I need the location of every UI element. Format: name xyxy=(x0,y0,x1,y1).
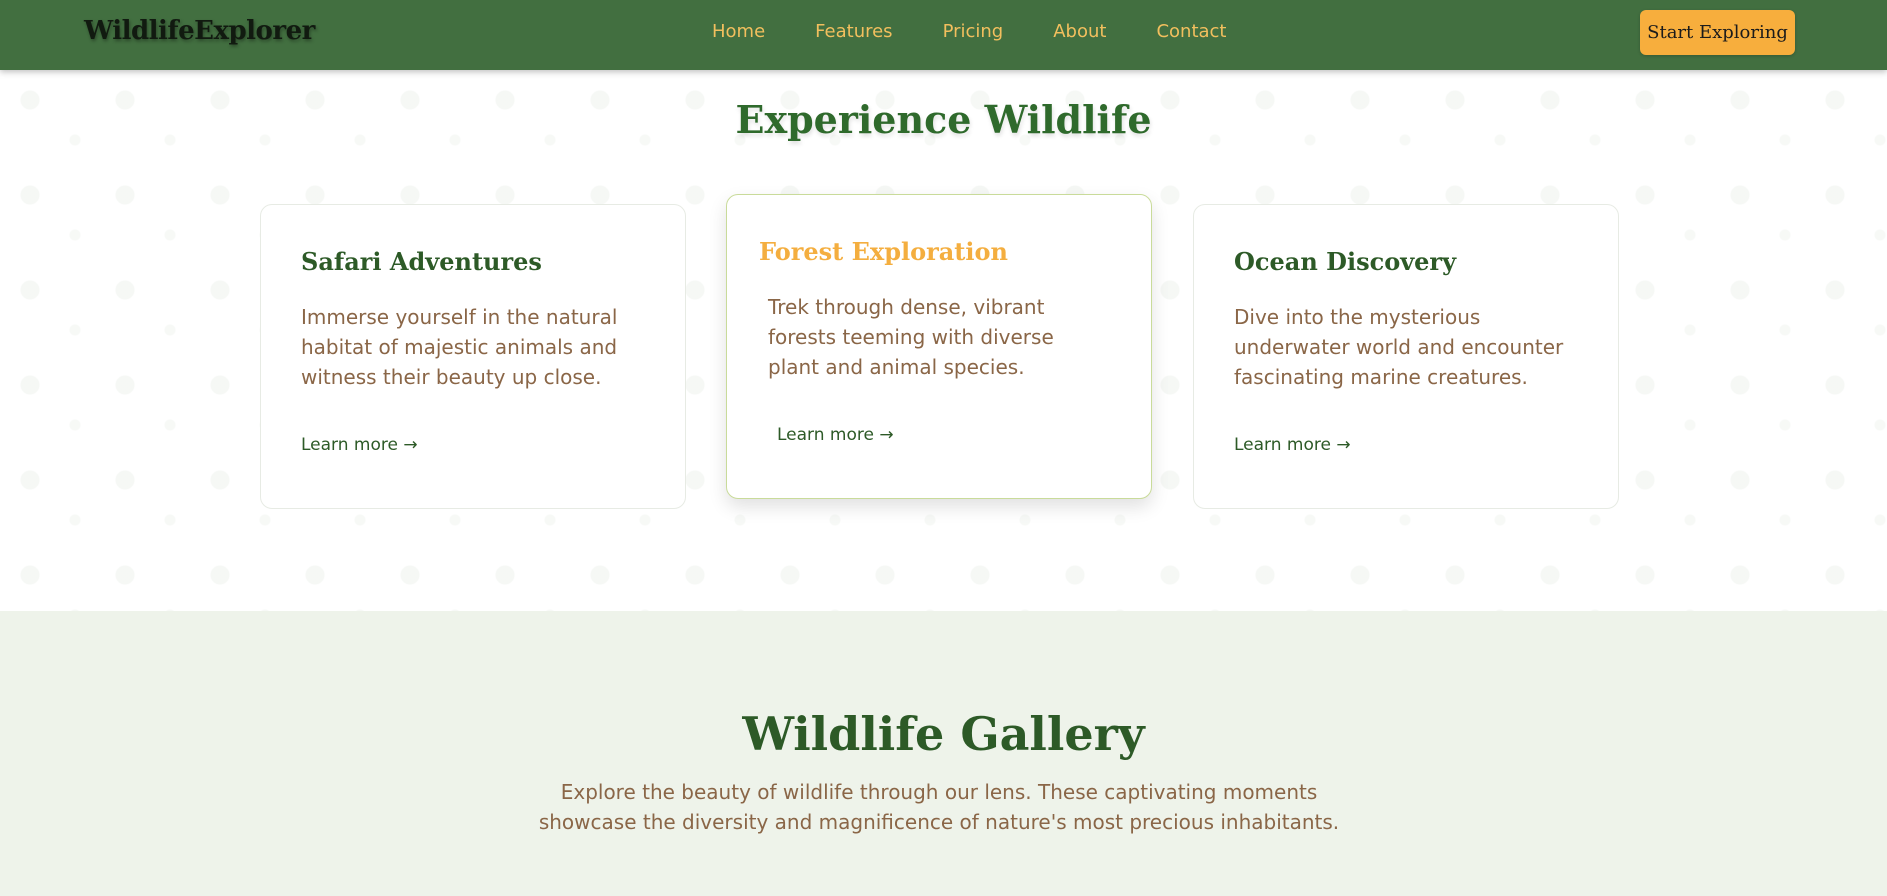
card-description: Immerse yourself in the natural habitat … xyxy=(301,305,618,389)
card-title: Safari Adventures xyxy=(301,247,542,276)
start-exploring-button[interactable]: Start Exploring xyxy=(1640,10,1795,55)
features-title: Experience Wildlife xyxy=(735,97,1152,142)
card-ocean-discovery[interactable]: Ocean Discovery Dive into the mysterious… xyxy=(1193,204,1619,509)
card-safari-adventures[interactable]: Safari Adventures Immerse yourself in th… xyxy=(260,204,686,509)
learn-more-link[interactable]: Learn more → xyxy=(777,425,894,445)
nav-link-features[interactable]: Features xyxy=(815,21,892,42)
learn-more-link[interactable]: Learn more → xyxy=(1234,435,1351,455)
card-title: Forest Exploration xyxy=(759,237,1008,266)
navbar: WildlifeExplorer Home Features Pricing A… xyxy=(0,0,1887,70)
learn-more-link[interactable]: Learn more → xyxy=(301,435,418,455)
nav-links: Home Features Pricing About Contact xyxy=(712,21,1276,42)
gallery-description: Explore the beauty of wildlife through o… xyxy=(538,780,1340,834)
nav-link-home[interactable]: Home xyxy=(712,21,765,42)
card-description: Trek through dense, vibrant forests teem… xyxy=(768,295,1054,379)
card-title: Ocean Discovery xyxy=(1234,247,1457,276)
gallery-title: Wildlife Gallery xyxy=(742,707,1145,761)
card-description: Dive into the mysterious underwater worl… xyxy=(1234,305,1564,389)
card-forest-exploration[interactable]: Forest Exploration Trek through dense, v… xyxy=(726,194,1152,499)
nav-link-pricing[interactable]: Pricing xyxy=(943,21,1004,42)
nav-link-about[interactable]: About xyxy=(1053,21,1106,42)
features-section: Experience Wildlife Safari Adventures Im… xyxy=(0,70,1887,611)
brand-logo[interactable]: WildlifeExplorer xyxy=(84,16,315,46)
nav-link-contact[interactable]: Contact xyxy=(1156,21,1226,42)
gallery-section: Wildlife Gallery Explore the beauty of w… xyxy=(0,611,1887,896)
